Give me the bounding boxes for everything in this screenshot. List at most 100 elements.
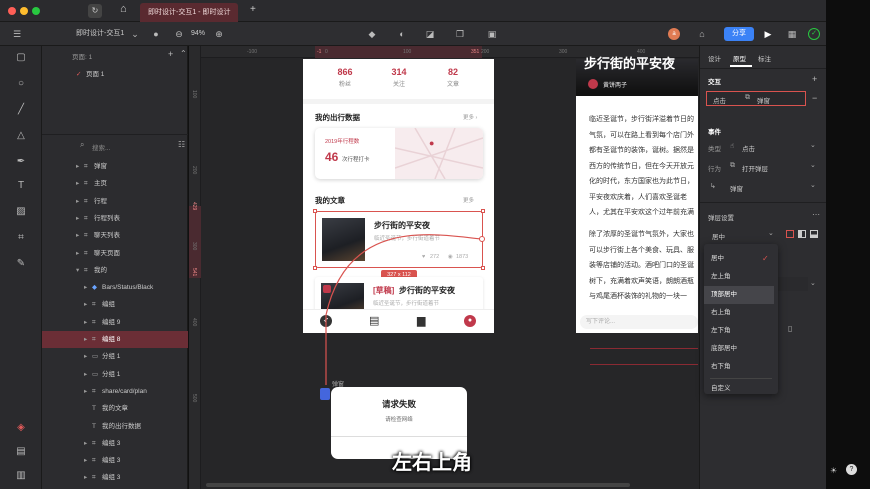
overlay-bottom-icon[interactable] [810,230,818,238]
chevron-down-icon[interactable]: ⌄ [810,181,816,189]
close-window-icon[interactable] [8,7,16,15]
layer-row[interactable]: ▸ ⌗ 编组 3 [42,452,188,469]
layer-row[interactable]: ▸ ⌗ 编组 3 [42,435,188,452]
group-icon[interactable]: ❐ [452,22,468,46]
layer-row[interactable]: ▸ ⌗ 编组 [42,296,188,313]
target-value[interactable]: 弹窗 [730,183,743,193]
layer-row[interactable]: T 我的出行数据 [42,418,188,435]
chevron-down-icon[interactable]: ⌄ [130,22,140,46]
chevron-down-icon[interactable]: ⌄ [810,279,816,287]
layer-row[interactable]: ▸ ⌗ 主页 [42,175,188,192]
expand-arrow-icon[interactable]: ▾ [76,262,79,279]
device-icon[interactable]: ▯ [788,324,792,333]
tab-design[interactable]: 设计 [708,53,721,63]
help-icon[interactable]: ? [846,464,857,475]
expand-arrow-icon[interactable]: ▸ [84,331,87,348]
mask-icon[interactable]: ◪ [424,22,436,46]
expand-arrow-icon[interactable]: ▸ [84,366,87,383]
resize-handle[interactable] [313,266,317,270]
travel-more-link[interactable]: 更多 › [463,113,477,121]
component-icon[interactable]: ◆ [366,22,378,46]
layer-row[interactable]: ▾ ⌗ 我的 [42,262,188,279]
articles-more-link[interactable]: 更多 [463,196,474,204]
position-select[interactable]: 居中 [712,231,725,241]
expand-arrow-icon[interactable]: ▸ [76,227,79,244]
frame-tool-icon[interactable]: ▢ [0,52,42,63]
expand-arrow-icon[interactable]: ▸ [76,158,79,175]
dropdown-option[interactable]: 右上角 [704,304,774,322]
theme-icon[interactable]: ☀ [830,466,837,475]
behavior-value[interactable]: 打开弹层 [742,163,768,173]
popup-anchor-icon[interactable] [320,388,330,400]
expand-arrow-icon[interactable]: ▸ [84,469,87,486]
home-icon[interactable]: ⌂ [120,3,127,15]
dropdown-option[interactable]: 右下角 [704,358,774,376]
expand-arrow-icon[interactable]: ▸ [84,348,87,365]
search-input[interactable]: 搜索... [92,142,110,152]
minimize-window-icon[interactable] [20,7,28,15]
layer-row[interactable]: ▸ ⌗ 编组 3 [42,469,188,486]
layer-row[interactable]: ▸ ⌗ 编组 9 [42,314,188,331]
play-icon[interactable]: ▶ [762,22,774,46]
overlay-red-icon[interactable] [786,230,794,238]
text-tool-icon[interactable]: T [0,180,42,191]
add-page-icon[interactable]: + [168,49,173,59]
maximize-window-icon[interactable] [32,7,40,15]
triangle-tool-icon[interactable]: △ [0,130,42,141]
resize-handle[interactable] [313,209,317,213]
book-icon[interactable]: ▥ [0,470,42,481]
brush-tool-icon[interactable]: ✎ [0,258,42,269]
layer-row[interactable]: ▸ ◆ Bars/Status/Black [42,279,188,296]
more-icon[interactable]: ⋯ [812,210,820,219]
new-tab-button[interactable]: + [250,4,256,15]
overlay-half-icon[interactable] [798,230,806,238]
resize-handle[interactable] [481,209,485,213]
line-tool-icon[interactable]: ╱ [0,104,42,115]
layer-row[interactable]: ▸ ⌗ 弹窗 [42,158,188,175]
library-icon[interactable]: ⌂ [696,22,708,46]
zoom-level[interactable]: 94% [191,22,205,46]
zoom-in-icon[interactable]: ⊕ [214,22,224,46]
tab-annotate[interactable]: 标注 [758,53,771,63]
expand-arrow-icon[interactable]: ▸ [76,245,79,262]
menu-icon[interactable]: ☰ [10,22,24,46]
chevron-down-icon[interactable]: ⌄ [768,229,774,237]
layer-row[interactable]: T 我的文章 [42,400,188,417]
pen-tool-icon[interactable]: ✒ [0,156,42,167]
dropdown-option[interactable]: 左上角 [704,268,774,286]
dropdown-option[interactable]: 顶部居中 [704,286,774,304]
dropdown-option[interactable]: 自定义 [704,380,774,398]
layer-row[interactable]: ▸ ⌗ 编组 8 [42,331,188,348]
layer-row[interactable]: ▸ ▭ 分组 1 [42,348,188,365]
layer-row[interactable]: ▸ ⌗ 行程列表 [42,210,188,227]
boolean-icon[interactable]: ◐ [394,22,410,46]
expand-arrow-icon[interactable]: ▸ [76,210,79,227]
dropdown-option[interactable]: 左下角 [704,322,774,340]
expand-arrow-icon[interactable]: ▸ [84,296,87,313]
type-value[interactable]: 点击 [742,143,755,153]
interaction-row[interactable]: 点击 ⧉ 弹窗 [706,91,806,106]
dropdown-option[interactable]: 底部居中 [704,340,774,358]
expand-arrow-icon[interactable]: ▸ [84,314,87,331]
expand-arrow-icon[interactable]: ▸ [76,193,79,210]
comment-input[interactable]: 写下评论... [580,315,698,329]
layers-icon[interactable]: ◈ [0,422,42,433]
layer-row[interactable]: ▸ ⌗ 聊天列表 [42,227,188,244]
chevron-down-icon[interactable]: ⌄ [810,161,816,169]
tab-prototype[interactable]: 原型 [733,53,746,63]
zoom-out-icon[interactable]: ⊖ [174,22,184,46]
check-icon[interactable]: ✓ [808,28,820,40]
comment-icon[interactable]: ● [150,22,162,46]
share-button[interactable]: 分享 [724,27,754,41]
remove-interaction-icon[interactable]: − [812,93,817,103]
assets-icon[interactable]: ▤ [0,446,42,457]
expand-arrow-icon[interactable]: ▸ [84,435,87,452]
phone-frame-article[interactable]: 步行街的平安夜 黄饼两子 临近圣诞节，步行街洋溢着节日的气氛，可以在路上看到每个… [576,56,698,333]
layer-row[interactable]: ▸ ⌗ 行程 [42,193,188,210]
add-interaction-icon[interactable]: + [812,74,817,84]
tab-active[interactable]: 即时设计-交互1 - 即时设计 [140,3,239,22]
canvas-scrollbar[interactable] [206,483,630,487]
page-item[interactable]: ✓ 页面 1 [42,66,188,83]
chevron-down-icon[interactable]: ⌄ [810,141,816,149]
expand-arrow-icon[interactable]: ▸ [84,279,87,296]
